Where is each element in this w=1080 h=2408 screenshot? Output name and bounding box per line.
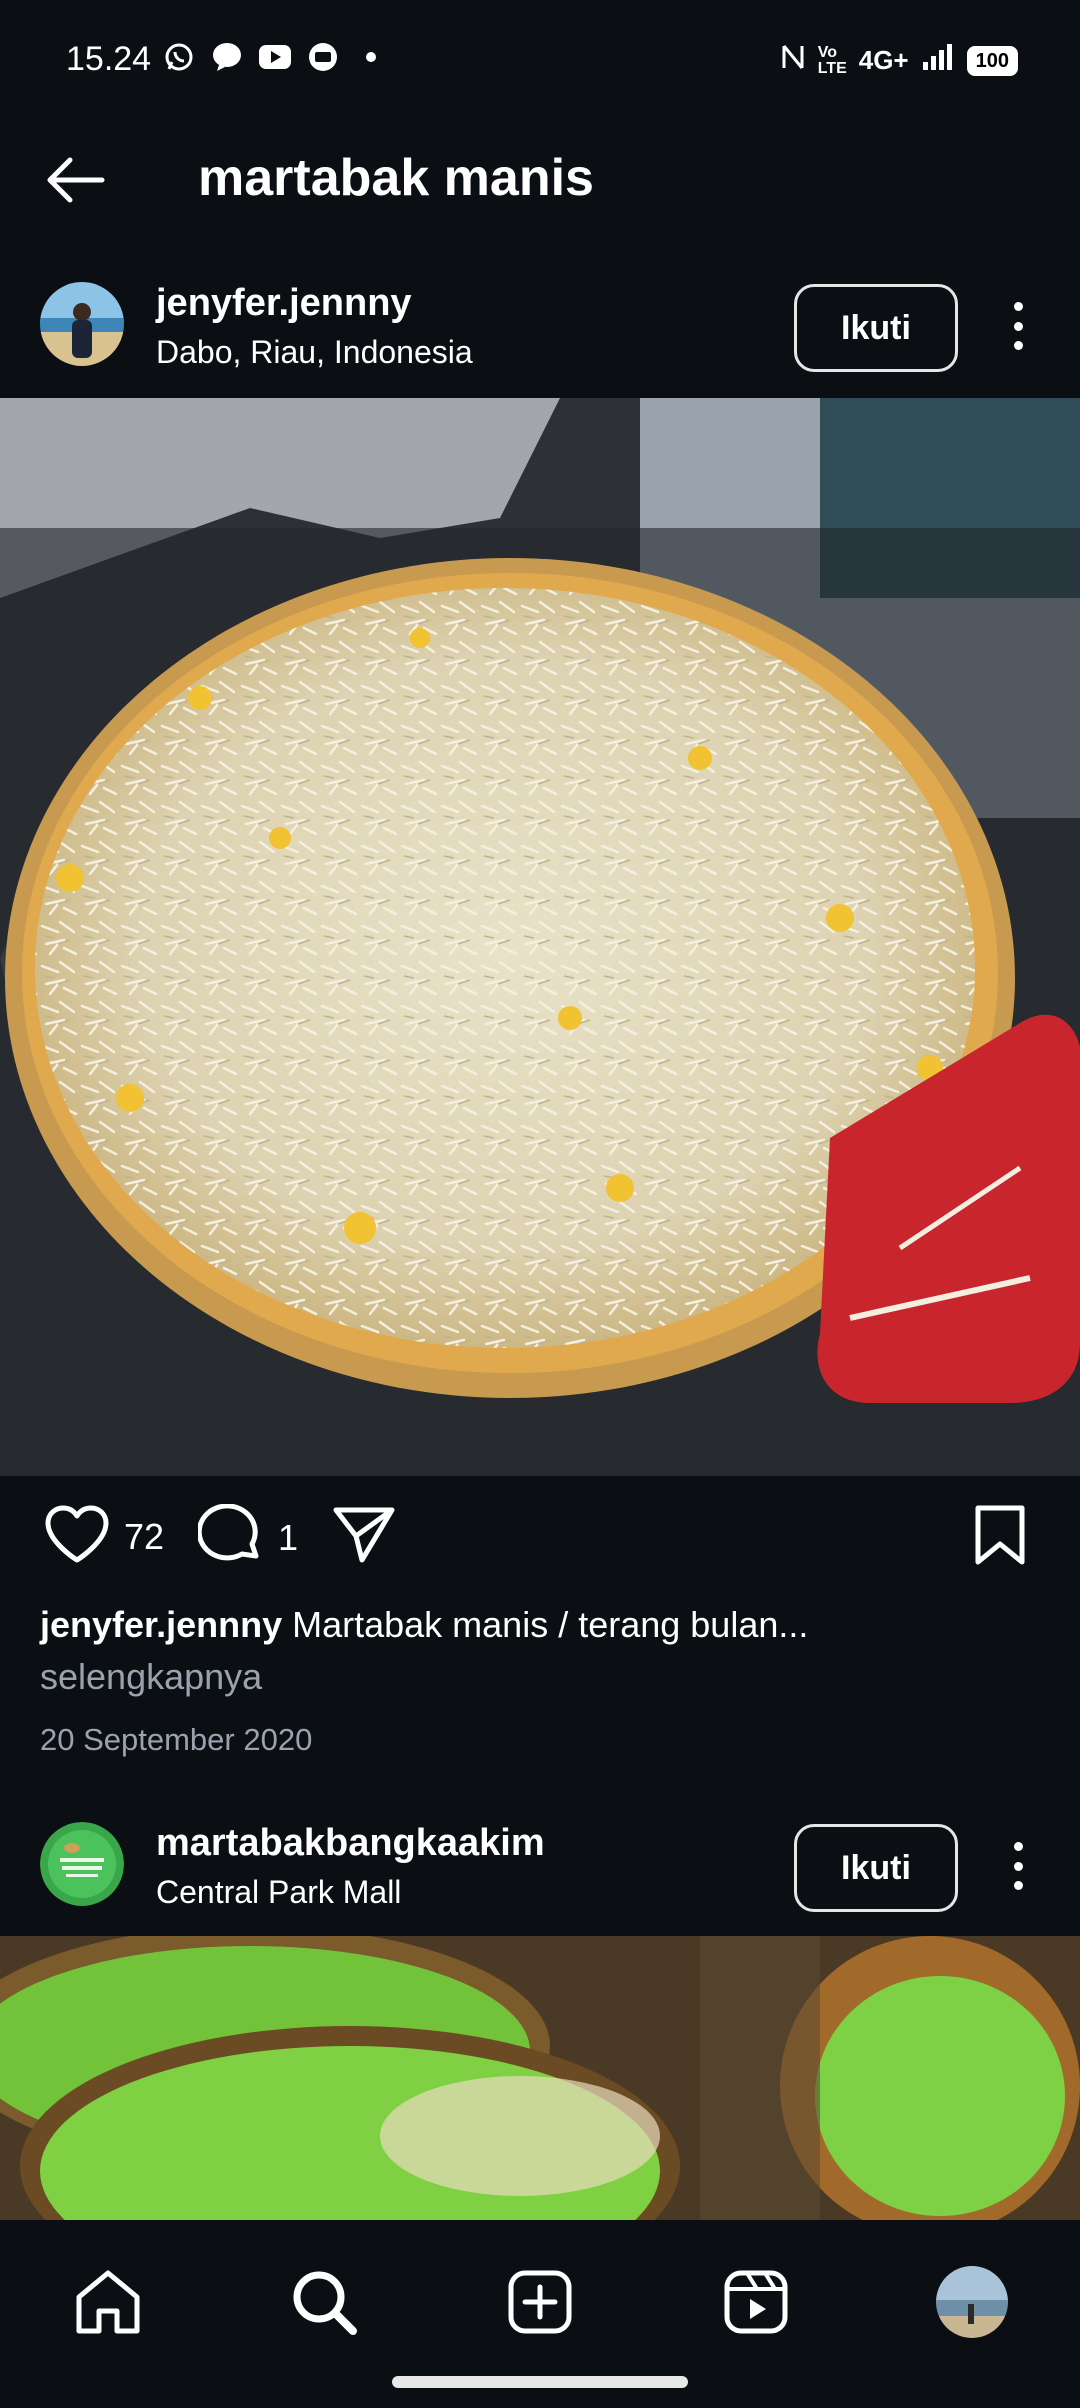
bookmark-icon[interactable] [972, 1504, 1028, 1571]
post-header: martabakbangkaakim Central Park Mall Iku… [0, 1800, 1080, 1940]
status-time: 15.24 [66, 40, 152, 78]
post-username[interactable]: jenyfer.jennny [156, 282, 412, 325]
post-image[interactable] [0, 1936, 1080, 2220]
volte-icon: Vo LTE [817, 43, 847, 77]
nfc-icon [780, 42, 806, 79]
notification-dot-icon [354, 40, 388, 74]
like-count[interactable]: 72 [124, 1516, 164, 1558]
post-header: jenyfer.jennny Dabo, Riau, Indonesia Iku… [0, 260, 1080, 400]
profile-icon[interactable] [912, 2242, 1032, 2362]
messenger-icon [210, 40, 244, 74]
status-bar: 15.24 Vo LTE 4G+ 100 [0, 0, 1080, 120]
avatar[interactable] [40, 1822, 124, 1906]
top-bar: martabak manis [0, 120, 1080, 240]
like-icon[interactable] [44, 1504, 110, 1569]
reels-icon[interactable] [696, 2242, 816, 2362]
post-location[interactable]: Central Park Mall [156, 1874, 401, 1911]
home-icon[interactable] [48, 2242, 168, 2362]
network-type: 4G+ [858, 45, 909, 75]
youtube-icon [258, 40, 292, 74]
search-icon[interactable] [264, 2242, 384, 2362]
caption-username[interactable]: jenyfer.jennny [40, 1604, 282, 1645]
post-actions: 72 1 [0, 1476, 1080, 1606]
follow-button[interactable]: Ikuti [794, 1824, 958, 1912]
more-options-icon[interactable] [1000, 296, 1036, 356]
follow-button[interactable]: Ikuti [794, 284, 958, 372]
whatsapp-icon [162, 40, 196, 74]
avatar[interactable] [40, 282, 124, 366]
share-icon[interactable] [332, 1504, 396, 1569]
post-image[interactable] [0, 398, 1080, 1476]
back-arrow-icon[interactable] [40, 150, 110, 210]
post-username[interactable]: martabakbangkaakim [156, 1822, 545, 1865]
page-title: martabak manis [198, 149, 594, 207]
see-more-link[interactable]: selengkapnya [40, 1656, 262, 1698]
comment-icon[interactable] [196, 1503, 264, 1571]
comment-count[interactable]: 1 [278, 1517, 298, 1559]
post-date: 20 September 2020 [40, 1722, 313, 1757]
caption-text: Martabak manis / terang bulan... [292, 1604, 809, 1645]
battery-indicator: 100 [966, 45, 1018, 76]
chat-app-icon [306, 40, 340, 74]
create-icon[interactable] [480, 2242, 600, 2362]
post-caption[interactable]: jenyfer.jennny Martabak manis / terang b… [40, 1604, 808, 1646]
more-options-icon[interactable] [1000, 1836, 1036, 1896]
home-gesture-bar[interactable] [392, 2376, 688, 2388]
bottom-navigation [0, 2220, 1080, 2408]
post-location[interactable]: Dabo, Riau, Indonesia [156, 334, 473, 371]
signal-icon [921, 42, 955, 79]
